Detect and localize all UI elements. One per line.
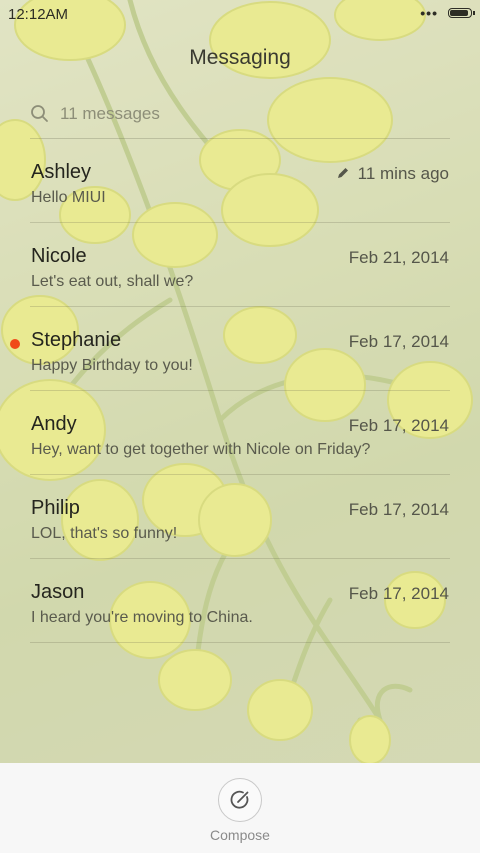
message-preview: LOL, that's so funny! [31,525,178,542]
compose-button[interactable] [218,778,262,822]
search-placeholder: 11 messages [60,104,160,123]
status-overflow-dots: ••• [420,5,438,21]
contact-name: Jason [31,581,85,603]
message-preview: Hey, want to get together with Nicole on… [31,441,371,458]
status-bar: 12:12AM ••• [0,0,480,28]
message-preview: Happy Birthday to you! [31,357,193,374]
pencil-icon [338,168,348,178]
message-date: Feb 17, 2014 [348,332,449,351]
message-preview: I heard you're moving to China. [31,609,253,626]
message-date: Feb 21, 2014 [348,248,449,267]
message-date: Feb 17, 2014 [348,500,449,519]
battery-icon [448,8,472,18]
page-title: Messaging [189,46,291,69]
conversation-item[interactable]: Nicole Feb 21, 2014 Let's eat out, shall… [0,223,480,307]
message-preview: Let's eat out, shall we? [31,273,194,290]
conversation-list: Ashley 11 mins ago Hello MIUI Nicole Feb… [0,139,480,643]
status-time: 12:12AM [8,6,69,23]
message-preview: Hello MIUI [31,189,106,206]
conversation-item[interactable]: Ashley 11 mins ago Hello MIUI [0,139,480,223]
conversation-item[interactable]: Philip Feb 17, 2014 LOL, that's so funny… [0,475,480,559]
message-date: Feb 17, 2014 [348,416,449,435]
conversation-item[interactable]: Jason Feb 17, 2014 I heard you're moving… [0,559,480,643]
contact-name: Ashley [31,161,92,183]
battery-tip-icon [473,11,475,15]
bottom-action-bar: Compose [0,763,480,853]
contact-name: Andy [31,413,77,435]
compose-icon [230,790,249,809]
search-field[interactable]: 11 messages [30,96,450,136]
contact-name: Nicole [31,245,87,267]
divider [30,642,450,643]
conversation-item[interactable]: Andy Feb 17, 2014 Hey, want to get toget… [0,391,480,475]
contact-name: Stephanie [31,329,122,351]
message-date: Feb 17, 2014 [348,584,449,603]
contact-name: Philip [31,497,80,519]
search-icon [31,105,48,122]
conversation-item[interactable]: Stephanie Feb 17, 2014 Happy Birthday to… [0,307,480,391]
message-date: 11 mins ago [357,164,449,183]
unread-dot-icon [10,339,20,349]
compose-label[interactable]: Compose [0,827,480,843]
